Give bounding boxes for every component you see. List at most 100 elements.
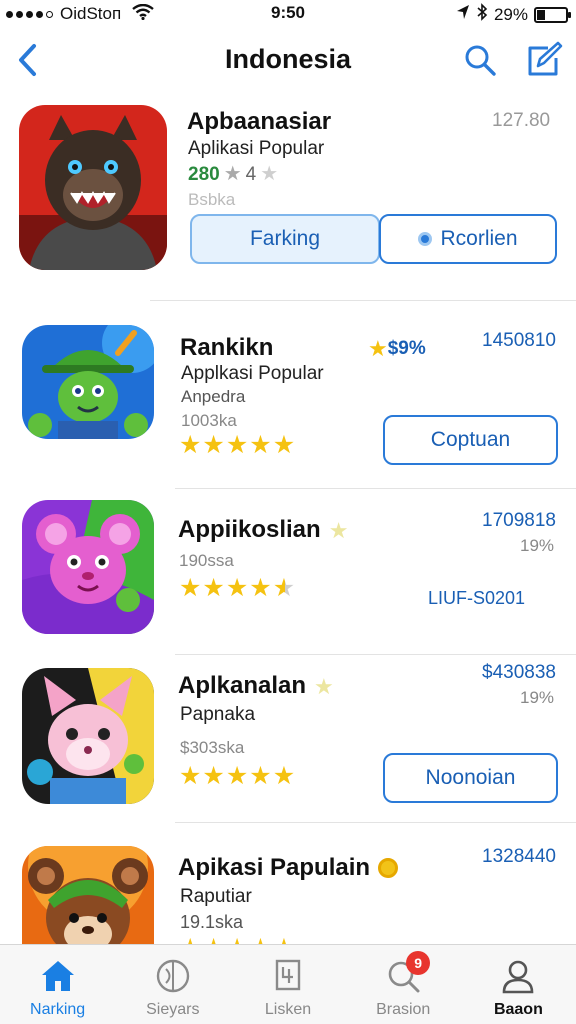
- tab-lisken[interactable]: Lisken: [230, 945, 345, 1024]
- list-item[interactable]: Rankikn ★ $9% 1450810 Applkasi Popular A…: [0, 318, 576, 483]
- app-title-row: Aplkanalan ★: [178, 672, 334, 700]
- list-item[interactable]: Apikasi Papulain 1328440 Raputiar 19.1sk…: [0, 830, 576, 944]
- star-icon: ★: [368, 336, 388, 361]
- star-icon: ★: [225, 762, 249, 790]
- app-percent: 19%: [520, 536, 555, 555]
- star-icon: ★: [249, 574, 272, 602]
- navigation-bar: Indonesia: [0, 34, 576, 86]
- app-icon-goblin[interactable]: [22, 325, 154, 439]
- location-arrow-icon: [456, 4, 470, 25]
- star-icon: ★: [272, 762, 296, 790]
- app-name: Appiikoslian: [178, 516, 321, 543]
- star-icon: ★: [273, 936, 295, 945]
- bluetooth-icon: [476, 3, 488, 26]
- person-icon: [499, 957, 537, 995]
- star-rating: ★★★★★: [179, 936, 295, 945]
- star-icon: ★: [272, 431, 296, 459]
- tab-bar: Narking Sieyars Lisken 9 Brasion Baaon: [0, 944, 576, 1024]
- rating-count: 4: [245, 163, 257, 185]
- app-number: $430838: [482, 662, 556, 683]
- rating-value: 280: [188, 163, 220, 185]
- app-name: Apbaanasiar: [187, 108, 332, 135]
- app-number: 1450810: [482, 330, 556, 351]
- badge-value: $9%: [387, 337, 426, 359]
- star-icon: ★: [202, 762, 225, 790]
- list-item[interactable]: Aplkanalan ★ $430838 19% Papnaka $303ska…: [0, 660, 576, 825]
- featured-app[interactable]: Apbaanasiar Aplikasi Popular 280 ★ 4 ★ B…: [0, 100, 576, 290]
- app-subtitle: Papnaka: [180, 704, 256, 725]
- coptuan-button[interactable]: Coptuan: [383, 415, 558, 465]
- app-name: Apikasi Papulain: [178, 854, 371, 881]
- app-icon-wolf[interactable]: [19, 105, 167, 270]
- battery-fill: [537, 9, 546, 20]
- app-percent: 19%: [520, 688, 555, 707]
- app-number: 1328440: [482, 846, 556, 867]
- compose-icon[interactable]: [524, 40, 564, 80]
- divider: [175, 822, 576, 823]
- app-meta: $303ska: [180, 738, 245, 757]
- tab-label: Baaon: [493, 1001, 543, 1018]
- divider: [150, 300, 576, 301]
- tab-label: Lisken: [264, 1001, 312, 1018]
- list-item[interactable]: Appiikoslian ★ 1709818 19% 190ssa ★ ★ ★ ★ ★ …: [0, 492, 576, 657]
- star-icon: ★: [249, 936, 271, 945]
- search-icon: 9: [384, 951, 431, 995]
- app-subtitle: Aplikasi Popular: [188, 138, 325, 159]
- app-meta: Bsbka: [188, 190, 236, 209]
- app-number: 127.80: [492, 110, 551, 131]
- star-icon: ★: [328, 517, 349, 543]
- star-icon: ★: [226, 936, 248, 945]
- star-icon: ★: [249, 762, 272, 790]
- app-icon-fox[interactable]: [22, 668, 154, 804]
- star-icon: ★: [314, 673, 334, 699]
- star-icon: ★: [202, 431, 225, 459]
- app-icon-mouse[interactable]: [22, 500, 154, 634]
- home-icon: [39, 957, 77, 995]
- noonoian-button[interactable]: Noonoian: [383, 753, 558, 803]
- star-icon: ★: [202, 574, 225, 602]
- divider: [175, 654, 576, 655]
- info-dot-icon: [418, 232, 433, 246]
- tab-narking[interactable]: Narking: [0, 945, 115, 1024]
- farking-button[interactable]: Farking: [190, 214, 380, 264]
- star-rating: ★★★★★: [179, 576, 295, 601]
- tab-sieyars[interactable]: Sieyars: [115, 945, 230, 1024]
- app-title-row: Apikasi Papulain: [178, 854, 399, 882]
- tab-baaon[interactable]: Baaon: [461, 945, 576, 1024]
- star-rating: ★★★★★: [179, 433, 295, 458]
- app-meta: 190ssa: [179, 551, 234, 570]
- app-title-row: Appiikoslian ★: [178, 516, 348, 544]
- rcorlien-label: Rcorlien: [440, 227, 518, 250]
- tab-label: Brasion: [376, 1001, 431, 1018]
- star-icon: ★: [179, 762, 202, 790]
- app-subtitle: Applkasi Popular: [181, 363, 324, 384]
- notification-badge: 9: [406, 951, 431, 975]
- divider: [175, 488, 576, 489]
- rcorlien-button[interactable]: Rcorlien: [379, 214, 557, 264]
- star-rating: ★★★★★: [179, 764, 295, 789]
- app-meta: 19.1ska: [180, 912, 244, 932]
- battery-percent: 29%: [493, 4, 528, 24]
- star-icon: ★: [249, 431, 272, 459]
- star-icon: ★: [223, 163, 242, 185]
- star-icon: ★: [202, 936, 224, 945]
- tab-label: Sieyars: [146, 1001, 200, 1018]
- tab-brasion[interactable]: 9 Brasion: [346, 945, 461, 1024]
- app-subtitle-secondary: Anpedra: [181, 387, 246, 406]
- star-icon: ★: [225, 431, 249, 459]
- star-icon: ★: [179, 936, 201, 945]
- app-subtitle: Raputiar: [180, 886, 252, 907]
- app-icon-bear[interactable]: [22, 846, 154, 944]
- featured-rating: 280 ★ 4 ★: [188, 162, 278, 187]
- app-name: Aplkanalan: [178, 672, 307, 699]
- star-icon: ★: [272, 574, 296, 602]
- star-icon: ★: [260, 163, 279, 185]
- status-bar: OidStoп 9:50 29%: [0, 0, 576, 26]
- star-icon: ★: [179, 431, 202, 459]
- battery-icon: [534, 6, 571, 23]
- compass-icon: [154, 957, 192, 995]
- search-icon[interactable]: [462, 42, 498, 78]
- star-icon: ★: [225, 574, 249, 602]
- app-link[interactable]: LIUF-S0201: [428, 588, 525, 609]
- list-icon: [269, 957, 307, 995]
